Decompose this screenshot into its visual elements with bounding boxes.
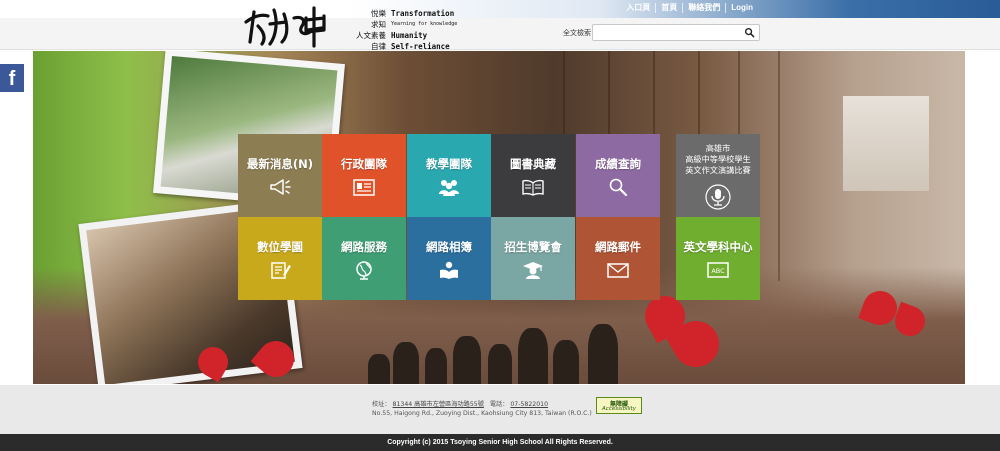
tile-label: 教學團隊 bbox=[426, 157, 472, 171]
abc-board-icon: ABC bbox=[707, 262, 729, 278]
silhouette bbox=[518, 328, 548, 384]
link-portal[interactable]: 入口頁 bbox=[621, 3, 655, 13]
tile-grades[interactable]: 成績查詢 bbox=[576, 134, 660, 217]
tile-webmail[interactable]: 網路郵件 bbox=[576, 217, 660, 300]
tile-admission-expo[interactable]: 招生博覽會 bbox=[491, 217, 575, 300]
background-building bbox=[843, 96, 929, 191]
tile-digital-campus[interactable]: 數位學園 bbox=[238, 217, 322, 300]
tile-label: 網路相簿 bbox=[426, 240, 472, 254]
people-icon bbox=[439, 180, 459, 196]
silhouette bbox=[553, 340, 579, 384]
tile-label: 成績查詢 bbox=[595, 157, 641, 171]
graduate-icon bbox=[523, 262, 543, 279]
globe-icon bbox=[356, 261, 372, 280]
microphone-icon bbox=[705, 184, 731, 210]
top-strip: 入口頁 首頁 聯絡我們 Login bbox=[0, 0, 1000, 18]
tile-news[interactable]: 最新消息(N) bbox=[238, 134, 322, 217]
accessibility-badge[interactable]: 無障礙 Accessibility bbox=[596, 397, 642, 414]
motto-line: 求知 bbox=[371, 20, 386, 29]
tile-label: 網路郵件 bbox=[595, 240, 641, 254]
phone-link[interactable]: 07-5822010 bbox=[510, 401, 548, 408]
tile-label: 網路服務 bbox=[341, 240, 387, 254]
tile-english-center[interactable]: 英文學科中心 ABC bbox=[676, 217, 760, 300]
silhouette bbox=[425, 348, 447, 384]
svg-text:ABC: ABC bbox=[711, 267, 725, 275]
copyright-bar: Copyright (c) 2015 Tsoying Senior High S… bbox=[0, 434, 1000, 451]
motto-line: 人文素養 bbox=[356, 31, 386, 40]
search-icon[interactable] bbox=[744, 27, 755, 38]
tile-label: 行政團隊 bbox=[341, 157, 387, 171]
tile-teaching-team[interactable]: 教學團隊 bbox=[407, 134, 491, 217]
silhouette bbox=[368, 354, 390, 384]
silhouette bbox=[588, 324, 618, 384]
address-link[interactable]: 81344 高雄市左營區海功路55號 bbox=[393, 401, 484, 408]
tile-label: 圖書典藏 bbox=[510, 157, 556, 171]
silhouette bbox=[488, 344, 512, 384]
motto-line: Humanity bbox=[391, 31, 428, 40]
link-contact[interactable]: 聯絡我們 bbox=[682, 3, 725, 13]
tile-label: 數位學園 bbox=[257, 240, 303, 254]
link-home[interactable]: 首頁 bbox=[655, 3, 682, 13]
id-card-icon bbox=[353, 179, 375, 196]
tile-english-speech-contest[interactable]: 高雄市 高級中等學校學生 英文作文演講比賽 bbox=[676, 134, 760, 217]
tile-network-services[interactable]: 網路服務 bbox=[322, 217, 406, 300]
motto-line: Transformation bbox=[391, 9, 455, 18]
footer: 校址： 81344 高雄市左營區海功路55號 電話： 07-5822010 No… bbox=[0, 385, 1000, 434]
tile-label: 招生博覽會 bbox=[504, 240, 562, 254]
logo-motto-english: Transformation Yearning for knowledge Hu… bbox=[391, 8, 471, 52]
tile-photo-album[interactable]: 網路相簿 bbox=[407, 217, 491, 300]
address-prefix: 校址： bbox=[372, 401, 391, 408]
silhouette bbox=[393, 342, 419, 384]
search-input[interactable] bbox=[592, 24, 760, 41]
link-login[interactable]: Login bbox=[725, 3, 758, 13]
tile-label: 最新消息(N) bbox=[246, 157, 314, 171]
wood-plank-line bbox=[778, 51, 780, 281]
badge-text: Accessibility bbox=[602, 406, 636, 412]
motto-line: 悅樂 bbox=[371, 9, 386, 18]
search-label: 全文檢索 bbox=[563, 29, 591, 37]
tile-label: 英文學科中心 bbox=[683, 240, 753, 254]
megaphone-icon bbox=[270, 179, 291, 195]
tile-label: 高雄市 高級中等學校學生 英文作文演講比賽 bbox=[685, 143, 751, 175]
person-reading-icon bbox=[440, 261, 458, 279]
magnifier-icon bbox=[609, 178, 628, 197]
open-book-icon bbox=[522, 179, 544, 196]
phone-prefix: 電話： bbox=[489, 401, 509, 408]
notepad-pencil-icon bbox=[271, 262, 291, 279]
facebook-icon[interactable]: f bbox=[0, 64, 24, 92]
header bbox=[0, 18, 1000, 50]
envelope-icon bbox=[607, 263, 629, 278]
tile-administration[interactable]: 行政團隊 bbox=[322, 134, 406, 217]
tile-library[interactable]: 圖書典藏 bbox=[491, 134, 575, 217]
footer-address-english: No.55, Haigong Rd., Zuoying Dist., Kaohs… bbox=[372, 410, 592, 417]
footer-address: 校址： 81344 高雄市左營區海功路55號 電話： 07-5822010 bbox=[372, 399, 548, 408]
silhouette bbox=[453, 336, 481, 384]
motto-line: Yearning for knowledge bbox=[391, 21, 458, 27]
logo-motto-chinese: 悅樂 求知 人文素養 自律 bbox=[322, 8, 386, 52]
top-links: 入口頁 首頁 聯絡我們 Login bbox=[621, 3, 758, 13]
page: 入口頁 首頁 聯絡我們 Login 悅樂 求知 人文素養 自律 Transfor… bbox=[0, 0, 1000, 451]
